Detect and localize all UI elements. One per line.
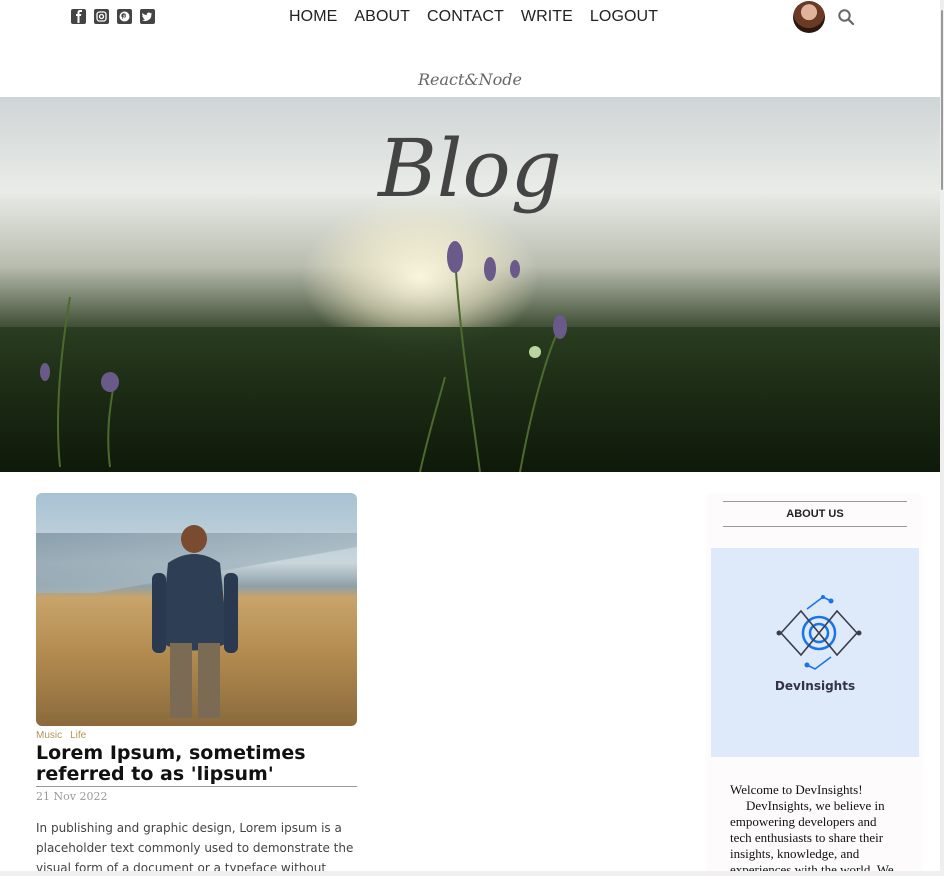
nav-write[interactable]: WRITE <box>521 8 573 26</box>
pinterest-icon[interactable] <box>117 9 132 24</box>
sidebar: ABOUT US DevInsights Welcome to DevInsig… <box>706 493 922 876</box>
category-music[interactable]: Music <box>36 730 62 741</box>
top-bar: HOME ABOUT CONTACT WRITE LOGOUT <box>0 0 944 36</box>
post-image[interactable] <box>36 493 357 726</box>
sidebar-logo-image: DevInsights <box>711 548 919 757</box>
search-icon[interactable] <box>837 8 855 31</box>
vertical-scrollbar-thumb[interactable] <box>941 10 943 190</box>
nav-home[interactable]: HOME <box>289 8 337 26</box>
sidebar-body: DevInsights, we believe in empowering de… <box>730 798 894 876</box>
instagram-icon[interactable] <box>94 9 109 24</box>
nav-logout[interactable]: LOGOUT <box>590 8 658 26</box>
main-nav: HOME ABOUT CONTACT WRITE LOGOUT <box>289 8 658 26</box>
social-links <box>71 9 155 24</box>
nav-contact[interactable]: CONTACT <box>427 8 504 26</box>
facebook-icon[interactable] <box>71 9 86 24</box>
nav-about[interactable]: ABOUT <box>354 8 410 26</box>
sidebar-logo-text: DevInsights <box>774 679 856 693</box>
site-subtitle: React&Node <box>417 70 523 89</box>
post-date: 21 Nov 2022 <box>36 790 108 803</box>
post-image-person <box>152 525 238 718</box>
post-title[interactable]: Lorem Ipsum, sometimes referred to as 'l… <box>36 743 357 787</box>
sidebar-about-text: Welcome to DevInsights! DevInsights, we … <box>730 782 900 876</box>
category-life[interactable]: Life <box>70 730 86 741</box>
hero-title: Blog <box>378 122 562 215</box>
avatar[interactable] <box>793 1 825 33</box>
sidebar-title: ABOUT US <box>723 501 907 527</box>
sidebar-welcome: Welcome to DevInsights! <box>730 782 863 797</box>
horizontal-scrollbar[interactable] <box>0 871 944 876</box>
post-card[interactable]: Music Life Lorem Ipsum, sometimes referr… <box>36 493 357 876</box>
devinsights-logo-icon <box>776 595 862 670</box>
post-categories: Music Life <box>36 730 357 741</box>
post-description: In publishing and graphic design, Lorem … <box>36 821 354 875</box>
twitter-icon[interactable] <box>140 9 155 24</box>
